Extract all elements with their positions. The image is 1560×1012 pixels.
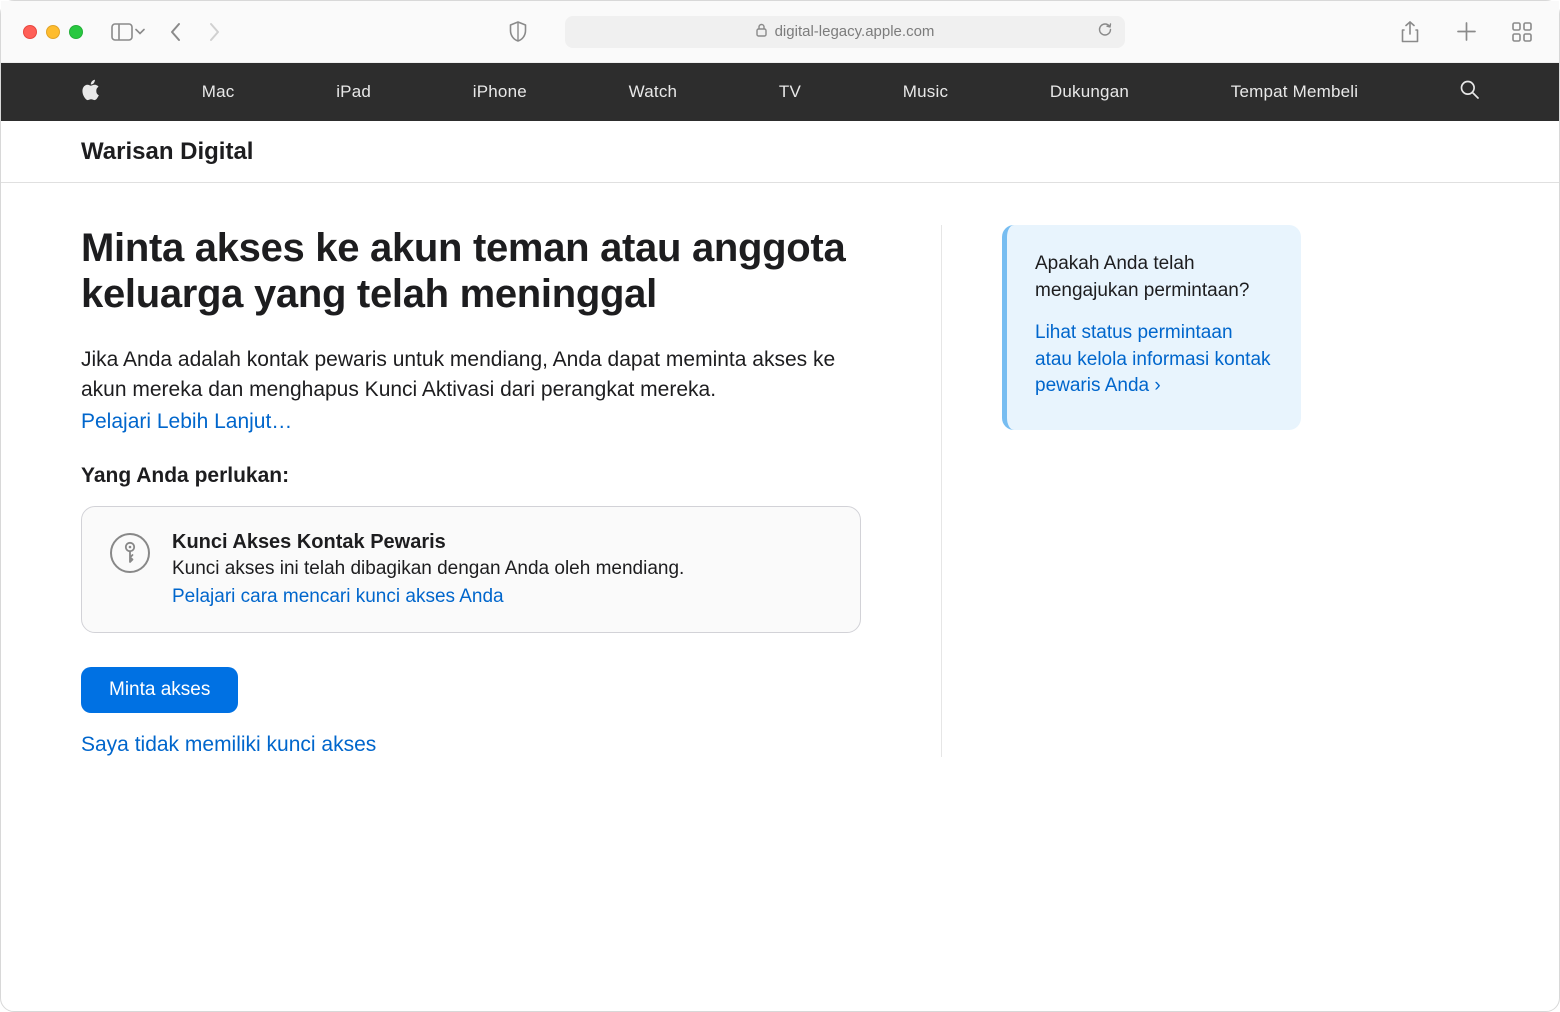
intro-text: Jika Anda adalah kontak pewaris untuk me… bbox=[81, 345, 861, 406]
address-bar[interactable]: digital-legacy.apple.com bbox=[565, 16, 1125, 48]
local-nav-title: Warisan Digital bbox=[81, 138, 253, 166]
card-description: Kunci akses ini telah dibagikan dengan A… bbox=[172, 558, 684, 580]
status-callout: Apakah Anda telah mengajukan permintaan?… bbox=[1002, 225, 1301, 430]
window-controls bbox=[23, 25, 83, 39]
nav-iphone[interactable]: iPhone bbox=[473, 82, 527, 102]
forward-button[interactable] bbox=[199, 17, 229, 47]
callout-title: Apakah Anda telah mengajukan permintaan? bbox=[1035, 251, 1273, 304]
nav-ipad[interactable]: iPad bbox=[336, 82, 371, 102]
nav-watch[interactable]: Watch bbox=[629, 82, 678, 102]
sidebar-toggle-button[interactable] bbox=[111, 23, 145, 41]
side-column: Apakah Anda telah mengajukan permintaan?… bbox=[941, 225, 1301, 757]
back-button[interactable] bbox=[161, 17, 191, 47]
card-body: Kunci Akses Kontak Pewaris Kunci akses i… bbox=[172, 531, 684, 608]
reload-button[interactable] bbox=[1097, 21, 1113, 42]
nav-where-to-buy[interactable]: Tempat Membeli bbox=[1231, 82, 1359, 102]
request-access-button[interactable]: Minta akses bbox=[81, 667, 238, 713]
requirements-label: Yang Anda perlukan: bbox=[81, 464, 861, 488]
privacy-shield-button[interactable] bbox=[503, 17, 533, 47]
learn-more-link[interactable]: Pelajari Lebih Lanjut… bbox=[81, 410, 292, 433]
new-tab-button[interactable] bbox=[1451, 17, 1481, 47]
nav-mac[interactable]: Mac bbox=[202, 82, 235, 102]
apple-global-nav: Mac iPad iPhone Watch TV Music Dukungan … bbox=[1, 63, 1559, 121]
maximize-window-button[interactable] bbox=[69, 25, 83, 39]
apple-logo[interactable] bbox=[81, 79, 100, 106]
no-key-link[interactable]: Saya tidak memiliki kunci akses bbox=[81, 733, 861, 757]
nav-music[interactable]: Music bbox=[903, 82, 948, 102]
nav-support[interactable]: Dukungan bbox=[1050, 82, 1129, 102]
search-icon[interactable] bbox=[1460, 80, 1479, 104]
minimize-window-button[interactable] bbox=[46, 25, 60, 39]
lock-icon bbox=[756, 23, 767, 41]
card-title: Kunci Akses Kontak Pewaris bbox=[172, 531, 684, 554]
nav-tv[interactable]: TV bbox=[779, 82, 801, 102]
close-window-button[interactable] bbox=[23, 25, 37, 39]
callout-link[interactable]: Lihat status permintaan atau kelola info… bbox=[1035, 322, 1271, 396]
page-title: Minta akses ke akun teman atau anggota k… bbox=[81, 225, 861, 317]
url-text: digital-legacy.apple.com bbox=[775, 23, 935, 40]
access-key-card: Kunci Akses Kontak Pewaris Kunci akses i… bbox=[81, 506, 861, 633]
local-nav: Warisan Digital bbox=[1, 121, 1559, 183]
main-column: Minta akses ke akun teman atau anggota k… bbox=[81, 225, 861, 757]
browser-toolbar: digital-legacy.apple.com bbox=[1, 1, 1559, 63]
key-icon bbox=[110, 533, 150, 573]
find-key-link[interactable]: Pelajari cara mencari kunci akses Anda bbox=[172, 586, 504, 607]
tab-overview-button[interactable] bbox=[1507, 17, 1537, 47]
chevron-down-icon bbox=[135, 28, 145, 36]
share-button[interactable] bbox=[1395, 17, 1425, 47]
page-content: Minta akses ke akun teman atau anggota k… bbox=[1, 183, 1559, 757]
